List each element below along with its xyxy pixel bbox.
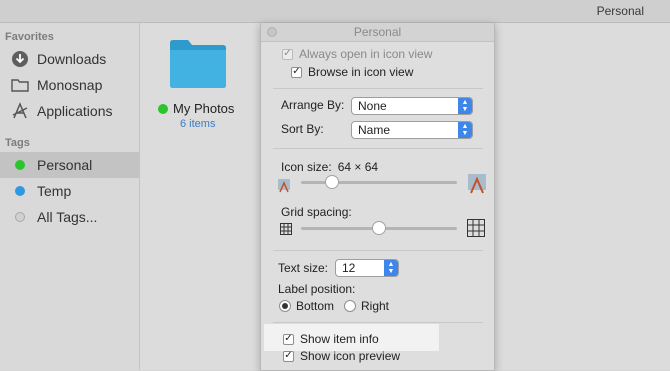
- panel-title-bar: Personal: [261, 23, 494, 42]
- checkbox-label: Browse in icon view: [308, 65, 414, 79]
- large-grid-icon: [467, 219, 485, 242]
- green-tag-icon: [15, 160, 25, 170]
- folder-item-count: 6 items: [180, 118, 216, 130]
- label-position-right-radio[interactable]: Right: [344, 299, 389, 313]
- divider: [273, 88, 483, 89]
- chevron-up-down-icon: ▲ ▼: [384, 260, 398, 276]
- text-size-value: 12: [342, 261, 356, 275]
- sidebar-item-all-tags[interactable]: All Tags...: [0, 204, 139, 230]
- download-circle-icon: [11, 50, 29, 68]
- sidebar-heading-favorites: Favorites: [5, 31, 54, 43]
- sidebar-item-label: Personal: [37, 157, 93, 173]
- tag-color-dot: [11, 182, 29, 200]
- divider: [273, 250, 483, 251]
- arrange-by-select[interactable]: None ▲ ▼: [351, 97, 473, 115]
- show-item-info-checkbox[interactable]: ✓ Show item info: [283, 332, 379, 346]
- icon-size-slider-knob[interactable]: [325, 175, 340, 189]
- browse-icon-view-checkbox[interactable]: ✓ Browse in icon view: [291, 65, 413, 79]
- small-grid-icon: [280, 222, 292, 240]
- grid-spacing-slider-knob[interactable]: [372, 221, 386, 235]
- sort-by-select[interactable]: Name ▲ ▼: [351, 121, 473, 139]
- sidebar-item-applications[interactable]: Applications: [0, 98, 139, 124]
- checkbox: ✓: [283, 350, 294, 362]
- large-icon-icon: [467, 173, 487, 200]
- sidebar-item-monosnap[interactable]: Monosnap: [0, 72, 139, 98]
- checkbox-label: Always open in icon view: [299, 47, 433, 61]
- chevron-up-down-icon: ▲ ▼: [458, 122, 472, 138]
- text-size-label: Text size:: [278, 261, 329, 275]
- sort-by-value: Name: [358, 123, 391, 137]
- radio-label: Bottom: [296, 299, 335, 313]
- sidebar-item-label: Applications: [37, 103, 113, 119]
- sort-by-label: Sort By:: [281, 122, 324, 136]
- folder-label[interactable]: My Photos: [158, 101, 234, 116]
- checkbox-label: Show icon preview: [300, 349, 401, 363]
- checkbox: ✓: [282, 48, 293, 60]
- window-title-bar: Personal: [0, 0, 670, 23]
- radio-unselected-icon: [344, 300, 356, 312]
- sidebar-item-downloads[interactable]: Downloads: [0, 46, 139, 72]
- panel-title: Personal: [353, 25, 402, 39]
- icon-size-value: 64 × 64: [337, 160, 379, 174]
- tag-color-dot: [11, 156, 29, 174]
- divider: [273, 322, 483, 323]
- show-icon-preview-checkbox[interactable]: ✓ Show icon preview: [283, 349, 400, 363]
- chevron-up-down-icon: ▲ ▼: [458, 98, 472, 114]
- all-tags-icon: [15, 212, 25, 222]
- icon-size-label: Icon size:: [281, 160, 332, 174]
- green-tag-icon: [158, 103, 168, 114]
- applications-icon: [11, 102, 29, 120]
- sidebar-heading-tags: Tags: [5, 137, 30, 149]
- sidebar-item-tag-personal[interactable]: Personal: [0, 152, 139, 178]
- radio-selected-icon: [279, 300, 291, 312]
- sidebar-item-label: All Tags...: [37, 209, 98, 225]
- always-open-icon-view-checkbox[interactable]: ✓ Always open in icon view: [282, 47, 432, 61]
- folder-icon: [11, 76, 29, 94]
- label-position-bottom-radio[interactable]: Bottom: [279, 299, 334, 313]
- divider: [273, 148, 483, 149]
- sidebar-item-label: Downloads: [37, 51, 107, 67]
- icon-size-row: Icon size: 64 × 64: [281, 160, 378, 174]
- text-size-select[interactable]: 12 ▲ ▼: [335, 259, 399, 277]
- sidebar-item-tag-temp[interactable]: Temp: [0, 178, 139, 204]
- grid-spacing-label: Grid spacing:: [281, 205, 352, 219]
- folder-large-icon: [170, 40, 226, 88]
- view-options-panel: Personal ✓ Always open in icon view ✓ Br…: [260, 23, 495, 371]
- label-position-label: Label position:: [278, 282, 356, 296]
- radio-label: Right: [361, 299, 390, 313]
- sidebar-item-label: Monosnap: [37, 77, 103, 93]
- folder-my-photos[interactable]: [168, 37, 228, 89]
- sidebar-item-label: Temp: [37, 183, 72, 199]
- folder-name: My Photos: [173, 101, 235, 116]
- small-icon-icon: [277, 178, 291, 199]
- checkbox: ✓: [291, 66, 302, 78]
- arrange-by-value: None: [358, 99, 387, 113]
- tag-color-dot: [11, 208, 29, 226]
- checkbox-label: Show item info: [300, 332, 379, 346]
- checkbox: ✓: [283, 333, 294, 345]
- window-title: Personal: [596, 4, 644, 18]
- sidebar: Favorites Downloads Monosnap Application…: [0, 23, 140, 370]
- blue-tag-icon: [15, 186, 25, 196]
- arrange-by-label: Arrange By:: [281, 98, 345, 112]
